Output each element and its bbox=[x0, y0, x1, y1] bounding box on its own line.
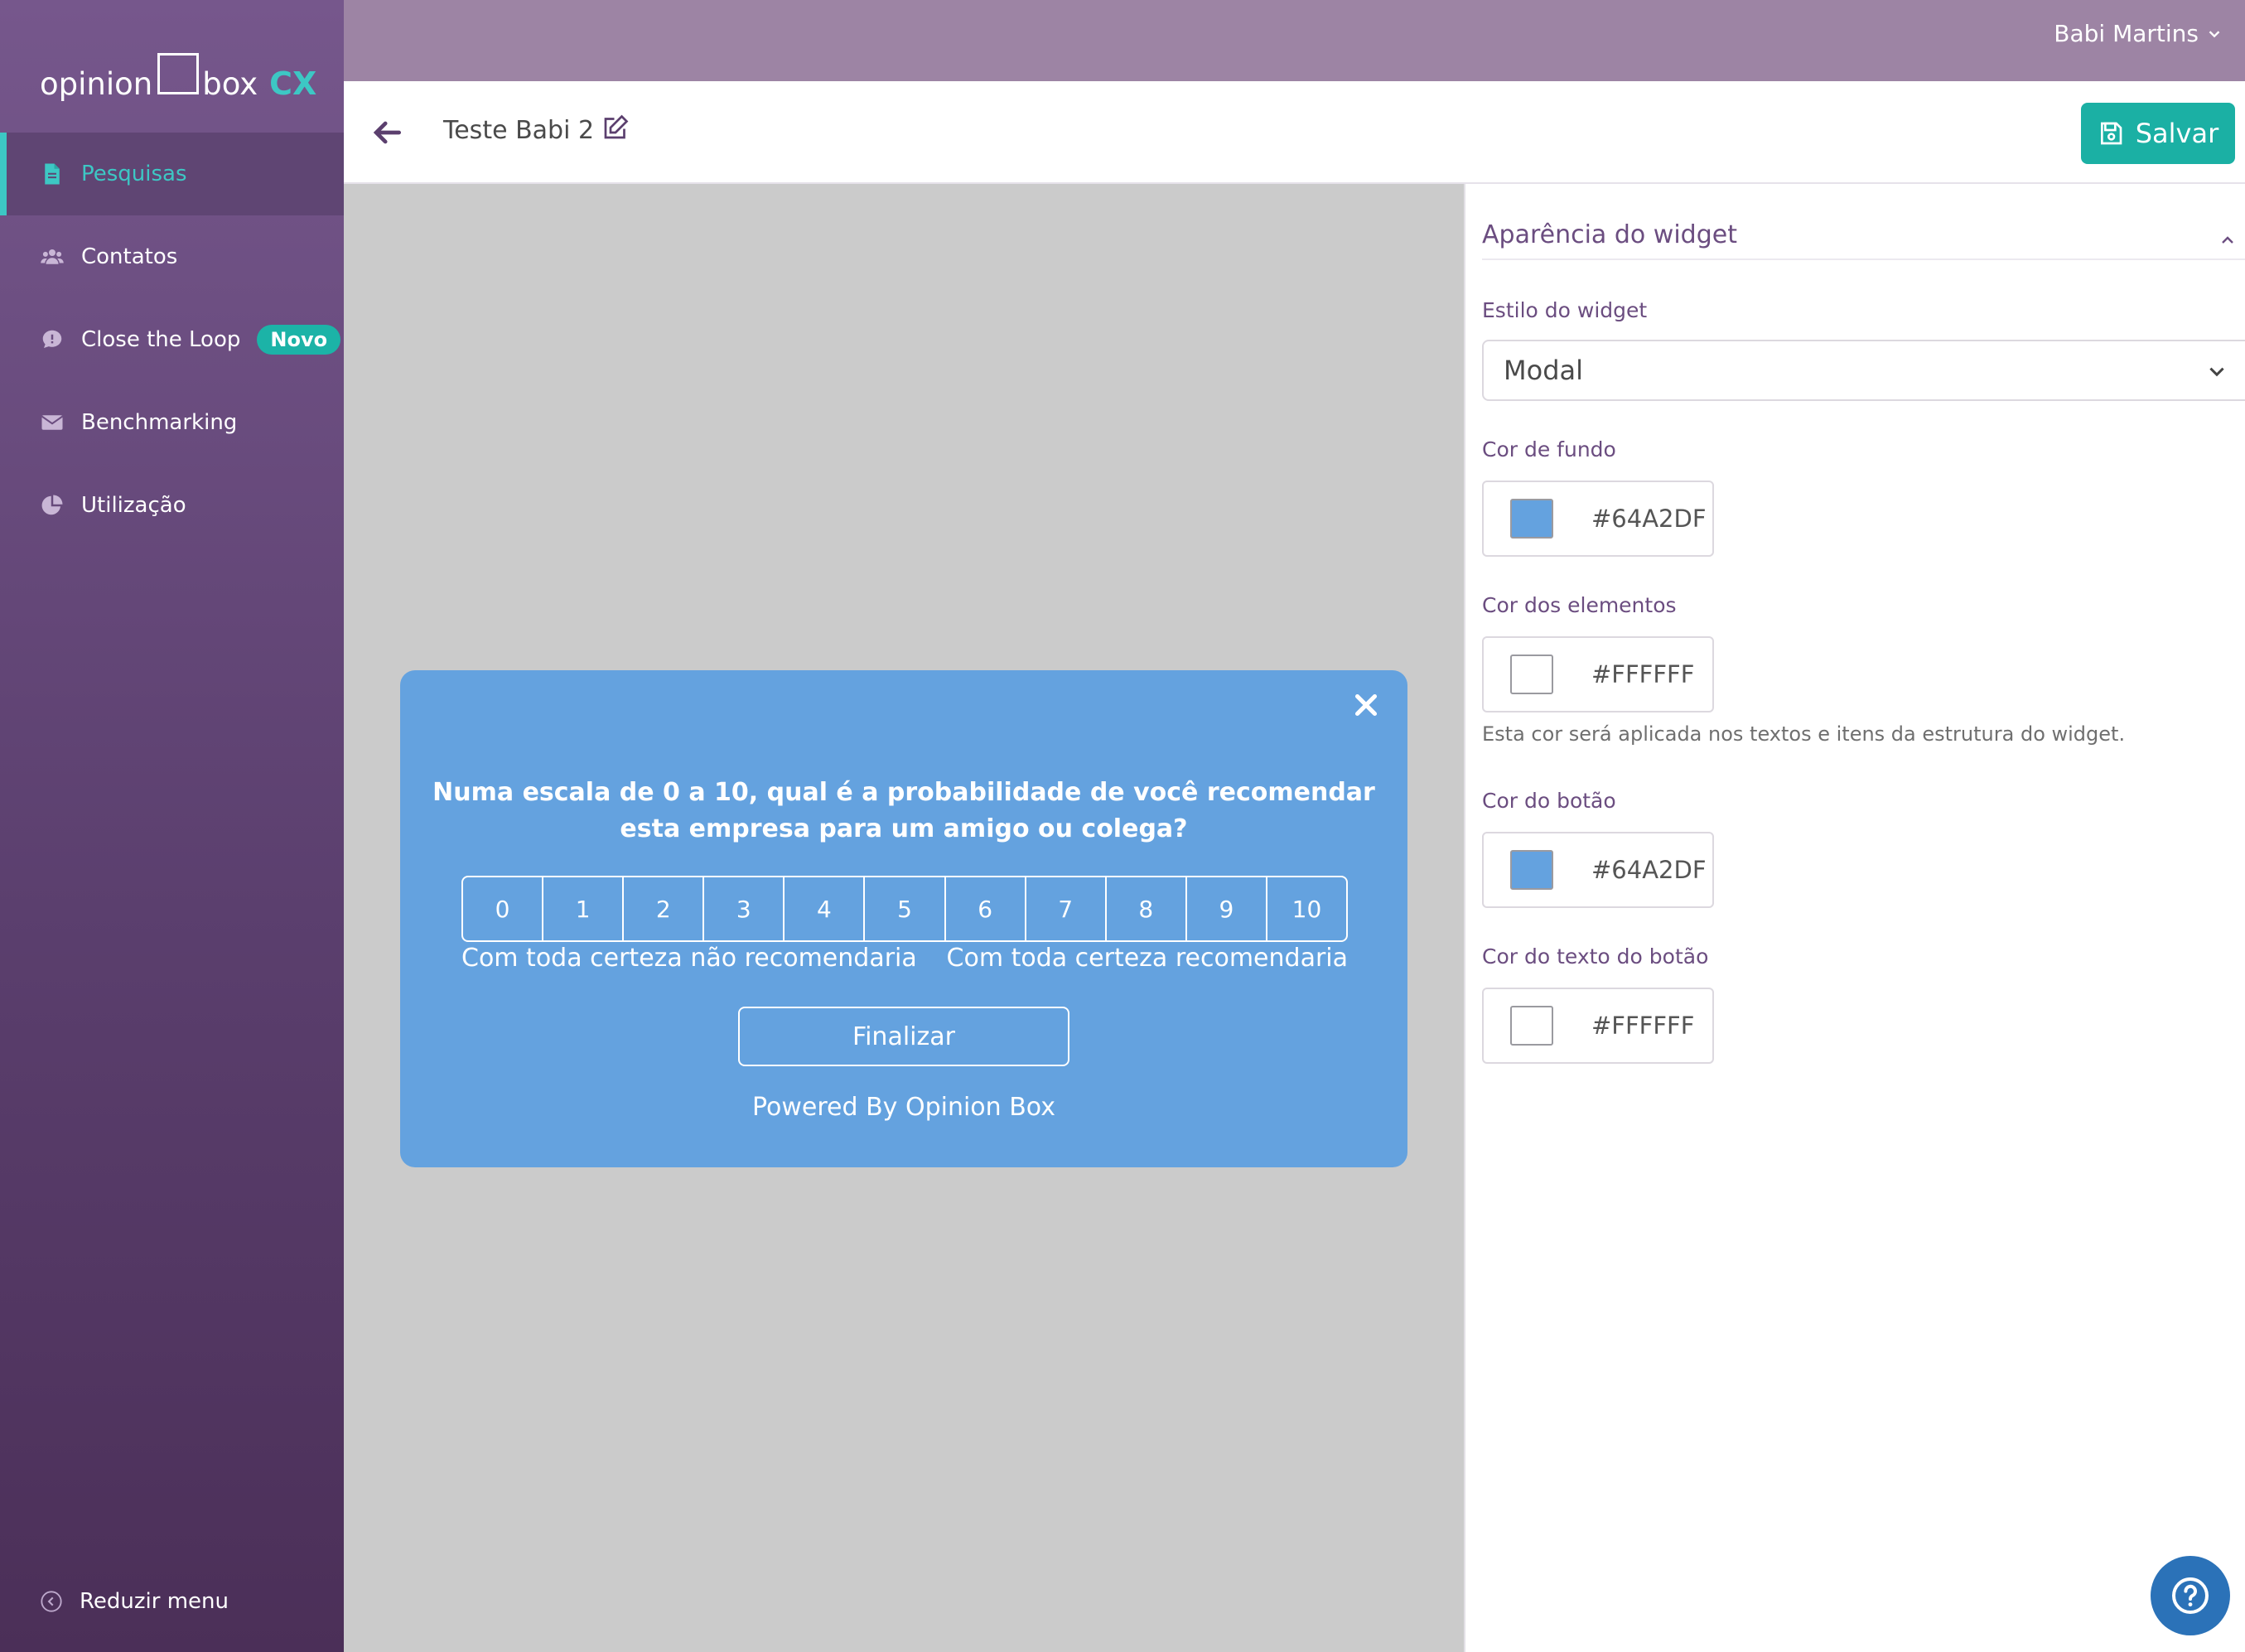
bg-color-label: Cor de fundo bbox=[1482, 437, 1616, 461]
floppy-disk-icon bbox=[2100, 122, 2122, 145]
chevron-down-icon bbox=[2209, 367, 2224, 377]
sidebar-item-benchmarking[interactable]: Benchmarking bbox=[0, 381, 344, 464]
button-color-value: #64A2DF bbox=[1591, 856, 1707, 884]
elements-color-hint: Esta cor será aplicada nos textos e iten… bbox=[1482, 722, 2126, 746]
sidebar-item-label: Close the Loop bbox=[81, 327, 241, 352]
scale-option-2[interactable]: 2 bbox=[624, 877, 705, 940]
widget-style-value: Modal bbox=[1504, 355, 1583, 386]
bg-color-picker[interactable]: #64A2DF bbox=[1482, 481, 1714, 557]
logo-box-icon bbox=[157, 53, 200, 94]
button-text-color-swatch bbox=[1510, 1006, 1553, 1046]
user-name: Babi Martins bbox=[2054, 20, 2199, 47]
chevron-up-icon[interactable] bbox=[2218, 230, 2238, 250]
top-bar: Babi Martins bbox=[344, 0, 2245, 81]
nps-scale: 0 1 2 3 4 5 6 7 8 9 10 bbox=[461, 876, 1348, 942]
widget-style-select[interactable]: Modal bbox=[1482, 340, 2245, 401]
button-text-color-value: #FFFFFF bbox=[1591, 1012, 1695, 1040]
help-button[interactable] bbox=[2151, 1556, 2230, 1635]
button-text-color-label: Cor do texto do botão bbox=[1482, 944, 1709, 968]
scale-high-label: Com toda certeza recomendaria bbox=[946, 944, 1348, 973]
elements-color-picker[interactable]: #FFFFFF bbox=[1482, 636, 1714, 712]
users-icon bbox=[40, 244, 65, 269]
bg-color-swatch bbox=[1510, 499, 1553, 539]
sidebar-item-label: Contatos bbox=[81, 244, 178, 269]
button-color-swatch bbox=[1510, 850, 1553, 890]
pie-chart-icon bbox=[40, 493, 65, 518]
appearance-panel: Aparência do widget Estilo do widget Mod… bbox=[1464, 184, 2245, 1652]
opinion-box-logo[interactable]: opinion box CX bbox=[40, 41, 316, 99]
scale-option-0[interactable]: 0 bbox=[463, 877, 544, 940]
section-title: Aparência do widget bbox=[1482, 220, 1737, 249]
scale-option-9[interactable]: 9 bbox=[1187, 877, 1267, 940]
survey-title: Teste Babi 2 bbox=[443, 116, 595, 145]
document-icon bbox=[40, 162, 65, 186]
elements-color-value: #FFFFFF bbox=[1591, 660, 1695, 688]
logo-word-opinion: opinion bbox=[40, 66, 153, 102]
bg-color-value: #64A2DF bbox=[1591, 505, 1707, 533]
chevron-down-icon bbox=[2209, 30, 2220, 37]
logo-cx: CX bbox=[269, 65, 317, 102]
sidebar-item-contatos[interactable]: Contatos bbox=[0, 215, 344, 298]
elements-color-label: Cor dos elementos bbox=[1482, 593, 1677, 617]
sidebar-item-label: Benchmarking bbox=[81, 410, 238, 435]
button-color-picker[interactable]: #64A2DF bbox=[1482, 832, 1714, 908]
button-text-color-picker[interactable]: #FFFFFF bbox=[1482, 988, 1714, 1064]
button-color-label: Cor do botão bbox=[1482, 789, 1616, 813]
sidebar-item-label: Utilização bbox=[81, 493, 186, 518]
appearance-section-header[interactable]: Aparência do widget bbox=[1482, 220, 2245, 260]
widget-style-label: Estilo do widget bbox=[1482, 298, 1648, 322]
scale-option-7[interactable]: 7 bbox=[1026, 877, 1107, 940]
collapse-menu-label: Reduzir menu bbox=[80, 1589, 229, 1614]
widget-preview-area: Numa escala de 0 a 10, qual é a probabil… bbox=[344, 184, 1464, 1652]
scale-option-6[interactable]: 6 bbox=[946, 877, 1026, 940]
chevron-left-circle-icon bbox=[41, 1591, 62, 1612]
scale-option-10[interactable]: 10 bbox=[1267, 877, 1346, 940]
scale-option-1[interactable]: 1 bbox=[543, 877, 625, 940]
scale-low-label: Com toda certeza não recomendaria bbox=[461, 944, 917, 973]
elements-color-swatch bbox=[1510, 655, 1553, 694]
nps-widget-modal: Numa escala de 0 a 10, qual é a probabil… bbox=[400, 670, 1407, 1167]
chat-icon bbox=[40, 327, 65, 352]
powered-by-text: Powered By Opinion Box bbox=[752, 1093, 1055, 1122]
sidebar-item-pesquisas[interactable]: Pesquisas bbox=[0, 133, 344, 215]
question-mark-icon bbox=[2172, 1577, 2209, 1614]
scale-option-5[interactable]: 5 bbox=[865, 877, 946, 940]
edit-icon[interactable] bbox=[601, 113, 630, 142]
logo-word-box: box bbox=[202, 66, 258, 102]
scale-option-8[interactable]: 8 bbox=[1107, 877, 1187, 940]
user-menu[interactable]: Babi Martins bbox=[2054, 20, 2223, 47]
new-badge: Novo bbox=[257, 325, 341, 355]
sidebar-nav: Pesquisas Contatos Close the Loop Novo B… bbox=[0, 133, 344, 547]
back-arrow-icon[interactable] bbox=[369, 114, 405, 151]
save-button[interactable]: Salvar bbox=[2081, 103, 2235, 164]
close-icon[interactable] bbox=[1351, 690, 1381, 720]
save-button-label: Salvar bbox=[2135, 118, 2219, 149]
nps-question: Numa escala de 0 a 10, qual é a probabil… bbox=[432, 778, 1375, 843]
sidebar-item-utilizacao[interactable]: Utilização bbox=[0, 464, 344, 547]
collapse-menu-button[interactable]: Reduzir menu bbox=[40, 1589, 229, 1614]
editor-header: Teste Babi 2 Salvar bbox=[344, 81, 2245, 184]
scale-option-4[interactable]: 4 bbox=[785, 877, 866, 940]
sidebar-item-close-the-loop[interactable]: Close the Loop Novo bbox=[0, 298, 344, 381]
sidebar: opinion box CX Pesquisas Contatos Close … bbox=[0, 0, 344, 1652]
envelope-icon bbox=[40, 410, 65, 435]
sidebar-item-label: Pesquisas bbox=[81, 162, 187, 186]
scale-option-3[interactable]: 3 bbox=[704, 877, 785, 940]
finish-button[interactable]: Finalizar bbox=[738, 1007, 1069, 1066]
